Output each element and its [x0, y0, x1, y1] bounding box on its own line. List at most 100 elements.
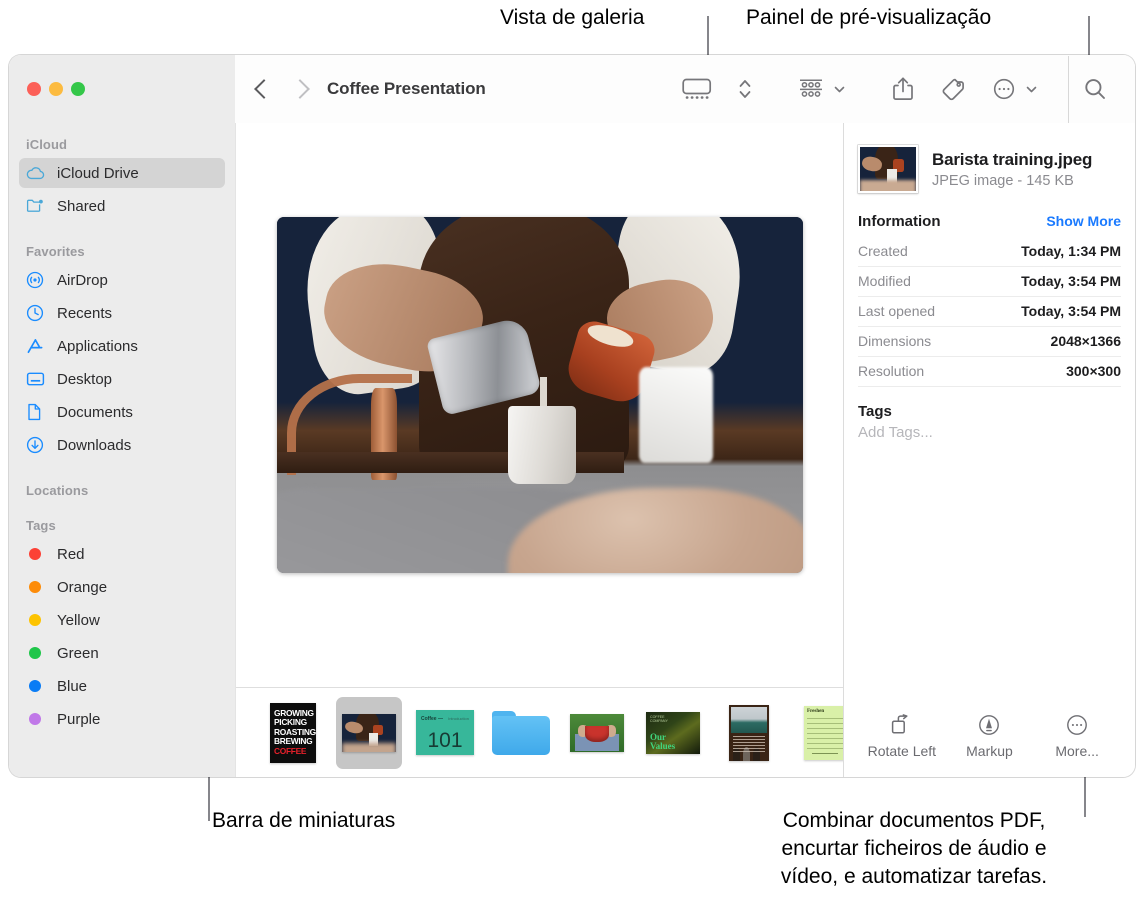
info-key: Resolution [858, 363, 925, 379]
more-button[interactable]: More... [1034, 712, 1120, 759]
sidebar-item-recents[interactable]: Recents [19, 298, 225, 328]
action-ellipsis-circle-icon[interactable] [992, 77, 1016, 101]
gallery-view-icon[interactable] [682, 77, 712, 101]
information-title: Information [858, 213, 941, 230]
navigation-buttons [254, 79, 310, 99]
info-key: Dimensions [858, 333, 932, 349]
thumbnail-bar[interactable]: GROWING PICKING ROASTING BREWING COFFEE [236, 687, 843, 777]
sidebar-item-label: iCloud Drive [57, 164, 139, 182]
info-row-modified: Modified Today, 3:54 PM [858, 267, 1121, 297]
more-label: More... [1055, 743, 1099, 759]
info-key: Modified [858, 273, 911, 289]
slide-number: 101 [427, 729, 463, 752]
info-value: 300×300 [1066, 363, 1121, 379]
thumbnail-item-meeting-doc[interactable] [716, 697, 782, 769]
sidebar-item-documents[interactable]: Documents [19, 397, 225, 427]
tag-icon[interactable] [940, 77, 966, 101]
titlebar-toolbar-region: Coffee Presentation [235, 55, 1135, 123]
file-name: Barista training.jpeg [932, 149, 1093, 169]
thumbnail-item-folder[interactable] [488, 697, 554, 769]
group-chevron-down-icon[interactable] [833, 83, 846, 96]
tags-title: Tags [858, 403, 892, 420]
tag-dot-icon [26, 548, 48, 560]
sidebar-item-label: AirDrop [57, 271, 108, 289]
hero-preview-image[interactable] [276, 217, 803, 573]
thumbnail-item-our-values[interactable]: COFFEE COMPANY Our Values [640, 697, 706, 769]
downloads-icon [26, 436, 48, 454]
sidebar-item-shared[interactable]: Shared [19, 191, 225, 221]
sidebar-item-label: Shared [57, 197, 106, 215]
file-header: Barista training.jpeg JPEG image - 145 K… [858, 123, 1121, 209]
sidebar-item-label: Downloads [57, 436, 132, 454]
info-key: Last opened [858, 303, 936, 319]
callout-preview-panel-label: Painel de pré-visualização [746, 6, 992, 29]
sidebar-item-label: Purple [57, 710, 101, 728]
sidebar: iCloud iCloud Drive Shared Favorites Air… [9, 123, 235, 777]
thumbnail-item-berries[interactable] [564, 697, 630, 769]
markup-button[interactable]: Markup [946, 712, 1032, 759]
rotate-left-button[interactable]: Rotate Left [859, 712, 945, 759]
tag-dot-icon [26, 647, 48, 659]
quick-actions-bar: Rotate Left Markup More... [858, 712, 1121, 777]
info-row-resolution: Resolution 300×300 [858, 357, 1121, 387]
sidebar-item-tag-yellow[interactable]: Yellow [19, 605, 225, 635]
sidebar-section-header-favorites: Favorites [26, 244, 85, 259]
back-chevron-icon[interactable] [254, 79, 274, 99]
view-stepper-icon[interactable] [738, 77, 752, 101]
applications-icon [26, 337, 48, 355]
sidebar-section-header-icloud: iCloud [26, 137, 68, 152]
sidebar-item-airdrop[interactable]: AirDrop [19, 265, 225, 295]
sidebar-item-desktop[interactable]: Desktop [19, 364, 225, 394]
thumbnail-art: GROWING PICKING ROASTING BREWING COFFEE [270, 702, 316, 763]
desktop-icon [26, 371, 48, 387]
sidebar-section-header-tags: Tags [26, 518, 56, 533]
callout-thumbnail-bar-label: Barra de miniaturas [212, 809, 396, 832]
thumbnail-art [729, 704, 769, 761]
sidebar-item-downloads[interactable]: Downloads [19, 430, 225, 460]
group-items-icon[interactable] [798, 77, 824, 101]
folder-icon [492, 710, 550, 756]
add-tags-field[interactable]: Add Tags... [858, 424, 1121, 449]
toolbar-tools [682, 55, 1121, 123]
action-chevron-down-icon[interactable] [1025, 83, 1038, 96]
zoom-button-icon[interactable] [71, 82, 85, 96]
tag-color-swatch [29, 548, 41, 560]
minimize-button-icon[interactable] [49, 82, 63, 96]
thumbnail-item-coffee-poster[interactable]: GROWING PICKING ROASTING BREWING COFFEE [260, 697, 326, 769]
info-row-created: Created Today, 1:34 PM [858, 237, 1121, 267]
sidebar-item-label: Green [57, 644, 99, 662]
thumbnail-item-coffee-101[interactable]: Coffee — Introduction 101 [412, 697, 478, 769]
share-icon[interactable] [892, 76, 914, 102]
tag-dot-icon [26, 581, 48, 593]
thumbnail-item-invoice[interactable]: Freshen [792, 697, 843, 769]
sidebar-item-tag-red[interactable]: Red [19, 539, 225, 569]
thumbnail-art: Coffee — Introduction 101 [416, 710, 474, 755]
sidebar-item-icloud-drive[interactable]: iCloud Drive [19, 158, 225, 188]
show-more-link[interactable]: Show More [1046, 213, 1121, 229]
sidebar-item-label: Orange [57, 578, 108, 596]
info-row-last-opened: Last opened Today, 3:54 PM [858, 297, 1121, 327]
clock-icon [26, 304, 48, 322]
sidebar-item-tag-blue[interactable]: Blue [19, 671, 225, 701]
forward-chevron-icon[interactable] [290, 79, 310, 99]
rotate-left-label: Rotate Left [867, 743, 937, 759]
tag-color-swatch [29, 581, 41, 593]
cover-title: Our Values [650, 731, 676, 751]
sidebar-item-tag-green[interactable]: Green [19, 638, 225, 668]
markup-label: Markup [966, 743, 1013, 759]
sidebar-item-label: Documents [57, 403, 133, 421]
information-section-header: Information Show More [858, 209, 1121, 237]
tag-color-swatch [29, 680, 41, 692]
sidebar-item-applications[interactable]: Applications [19, 331, 225, 361]
tag-dot-icon [26, 614, 48, 626]
document-title: Freshen [807, 708, 825, 714]
callout-more-actions-label: Combinar documentos PDF, encurtar fichei… [780, 809, 1048, 888]
close-button-icon[interactable] [27, 82, 41, 96]
thumbnail-art [342, 713, 396, 752]
preview-panel: Barista training.jpeg JPEG image - 145 K… [843, 123, 1135, 777]
sidebar-item-tag-orange[interactable]: Orange [19, 572, 225, 602]
search-icon[interactable] [1069, 77, 1121, 101]
info-value: Today, 1:34 PM [1021, 243, 1121, 259]
sidebar-item-tag-purple[interactable]: Purple [19, 704, 225, 734]
thumbnail-item-barista-training[interactable] [336, 696, 402, 769]
